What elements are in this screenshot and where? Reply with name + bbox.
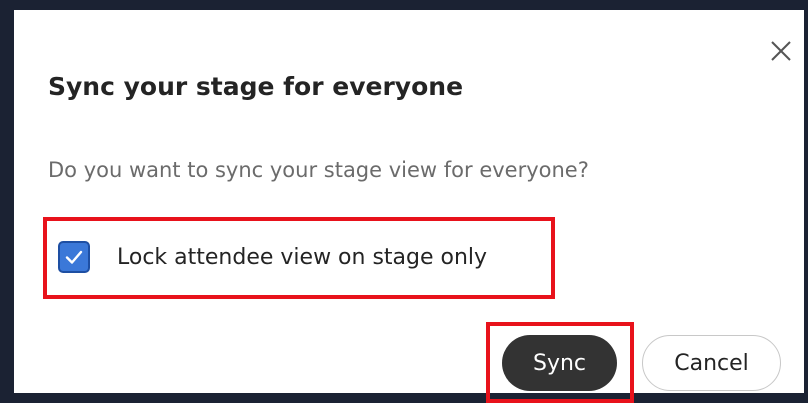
lock-attendee-view-checkbox[interactable] bbox=[58, 241, 90, 273]
dialog-title: Sync your stage for everyone bbox=[48, 72, 464, 101]
close-button[interactable] bbox=[766, 36, 796, 66]
cancel-button[interactable]: Cancel bbox=[642, 335, 781, 391]
lock-attendee-view-option[interactable]: Lock attendee view on stage only bbox=[58, 241, 487, 273]
close-icon bbox=[771, 41, 791, 61]
sync-stage-dialog: Sync your stage for everyone Do you want… bbox=[14, 10, 804, 403]
sync-button[interactable]: Sync bbox=[502, 335, 617, 391]
dialog-description: Do you want to sync your stage view for … bbox=[48, 158, 589, 182]
checkmark-icon bbox=[65, 250, 83, 264]
checkbox-label: Lock attendee view on stage only bbox=[117, 244, 488, 270]
